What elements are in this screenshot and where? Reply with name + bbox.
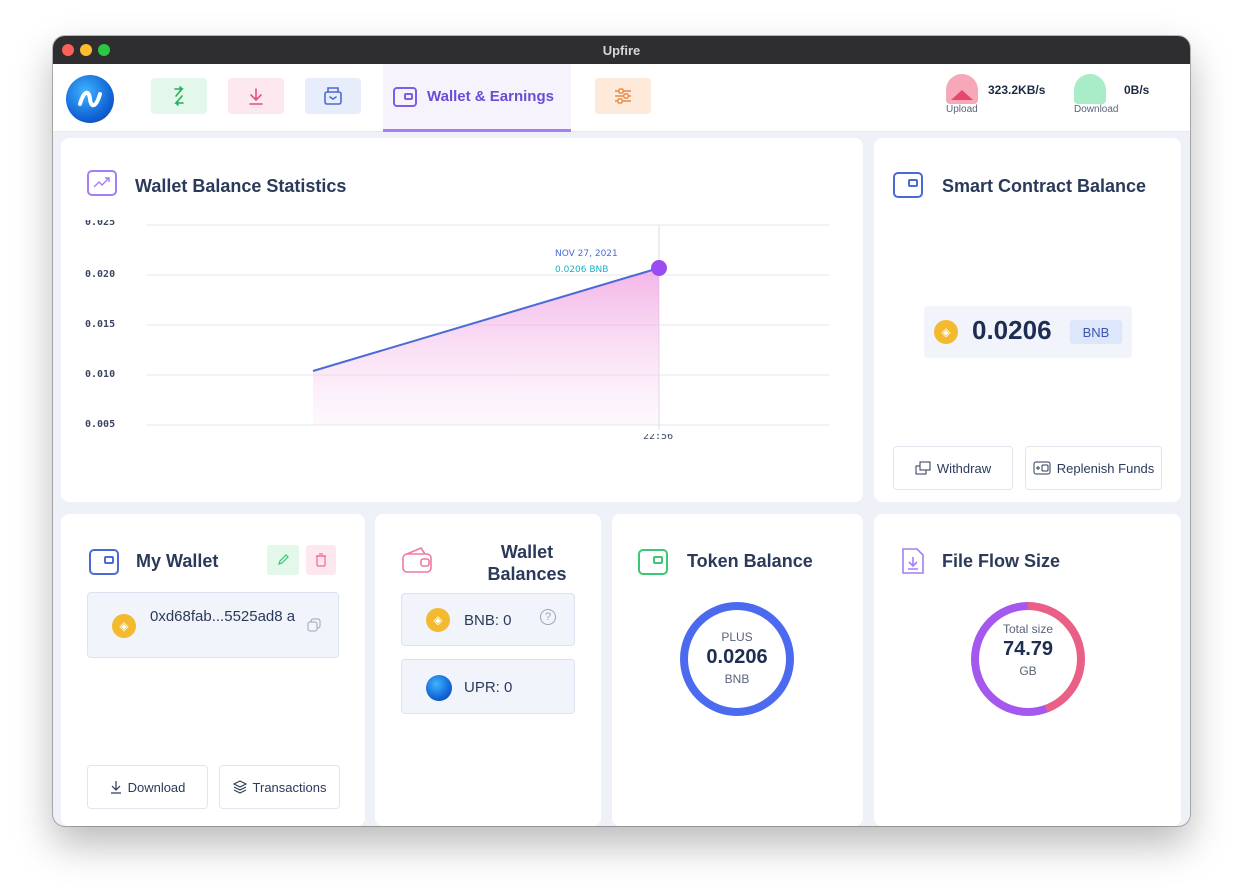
bnb-coin-icon: ◈ [426,608,450,632]
token-balance-card: Token Balance PLUS 0.0206 BNB [612,514,863,826]
wallet-icon [893,172,923,198]
x-tick-label: 22:56 [643,434,674,441]
total-size-label: Total size [1002,622,1054,636]
card-title: Smart Contract Balance [942,176,1147,196]
file-flow-unit: GB [1019,664,1037,678]
app-window: Upfire Wallet & Earnings 323.2KB/s Uploa… [53,36,1190,826]
file-flow-amount: 74.79 [1002,638,1054,660]
title-bar: Upfire [53,36,1190,64]
edit-wallet-button[interactable] [267,545,299,575]
upr-balance-row: UPR: 0 [401,659,575,714]
nav-transfer-button[interactable] [151,78,207,114]
upfire-logo-icon [78,90,102,108]
transfer-arrows-icon [174,86,184,106]
file-flow-size-card: File Flow Size Total size 74.79 GB [874,514,1181,826]
wallet-open-icon [402,547,432,573]
wallet-plus-icon [1033,461,1051,475]
hover-point[interactable] [651,260,667,276]
sliders-icon [615,88,631,104]
upload-gauge-icon [946,74,978,104]
delete-wallet-button[interactable] [306,545,336,575]
replenish-funds-label: Replenish Funds [1056,460,1155,476]
tab-wallet-earnings[interactable]: Wallet & Earnings [383,64,571,132]
nav-settings-button[interactable] [595,78,651,114]
replenish-funds-button[interactable]: Replenish Funds [1025,446,1162,490]
layers-icon [232,780,247,794]
withdraw-label: Withdraw [936,460,992,476]
withdraw-icon [915,461,931,475]
download-speed: 0B/s Download [1074,74,1164,122]
upfire-logo[interactable] [66,75,114,123]
card-title: File Flow Size [942,551,1061,571]
token-balance-unit: BNB [724,672,750,686]
window-title: Upfire [602,43,641,58]
tooltip-value: 0.0206 BNB [555,265,609,275]
balance-line-chart [147,224,829,430]
bnb-balance-row: ◈ BNB: 0 ? [401,593,575,646]
card-title: Token Balance [687,551,813,571]
bnb-balance: BNB: 0 [464,612,512,629]
download-speed-value: 0B/s [1124,83,1150,97]
plus-label: PLUS [721,630,753,644]
bnb-coin-icon: ◈ [112,614,136,638]
upr-coin-icon [426,675,452,701]
wallet-address-box: ◈ 0xd68fab...5525ad8 a [87,592,339,658]
bnb-coin-icon: ◈ [934,320,958,344]
withdraw-button[interactable]: Withdraw [893,446,1013,490]
download-arrow-icon [110,781,121,794]
card-title: Wallet Balances [471,541,583,585]
file-download-icon [902,548,924,574]
trash-icon [316,553,326,567]
top-navigation: Wallet & Earnings 323.2KB/s Upload 0B/s … [53,64,1190,132]
tooltip-date: NOV 27, 2021 [555,249,618,259]
card-title-line: Balances [487,564,567,584]
area-fill [313,268,659,425]
download-speed-label: Download [1074,104,1119,115]
upload-speed: 323.2KB/s Upload [946,74,1056,122]
my-wallet-card: My Wallet ◈ 0xd68fab...5525ad8 a Downloa… [61,514,365,826]
upload-speed-value: 323.2KB/s [988,83,1046,97]
token-balance-ring: PLUS 0.0206 BNB [680,602,794,716]
pencil-icon [278,554,289,565]
token-balance-amount: 0.0206 [706,646,768,668]
card-title: My Wallet [136,551,219,571]
download-gauge-icon [1074,74,1106,104]
wallet-icon [89,549,119,575]
currency-badge: BNB [1070,320,1122,344]
upload-speed-label: Upload [946,104,978,115]
wallet-icon [393,86,417,107]
transactions-label: Transactions [252,779,327,795]
transactions-button[interactable]: Transactions [219,765,340,809]
file-box-icon [324,87,342,105]
contract-balance-amount: 0.0206 [972,315,1052,345]
copy-icon[interactable] [307,618,321,632]
wallet-balance-statistics-card: Wallet Balance Statistics 0.025 0.020 0.… [61,138,863,502]
download-label: Download [127,779,186,795]
file-flow-ring: Total size 74.79 GB [971,602,1085,716]
contract-balance-box: ◈ 0.0206 BNB [924,306,1132,358]
download-button[interactable]: Download [87,765,208,809]
upr-balance: UPR: 0 [464,679,513,696]
nav-download-button[interactable] [228,78,284,114]
wallet-address: 0xd68fab...5525ad8 a [150,608,296,625]
wallet-balances-card: Wallet Balances ◈ BNB: 0 ? UPR: 0 [375,514,601,826]
card-title-line: Wallet [500,542,554,562]
tab-wallet-earnings-label: Wallet & Earnings [427,88,554,105]
nav-files-button[interactable] [305,78,361,114]
wallet-icon [638,549,668,575]
smart-contract-balance-card: Smart Contract Balance ◈ 0.0206 BNB With… [874,138,1181,502]
download-arrow-icon [249,88,263,105]
help-icon[interactable]: ? [540,609,556,625]
